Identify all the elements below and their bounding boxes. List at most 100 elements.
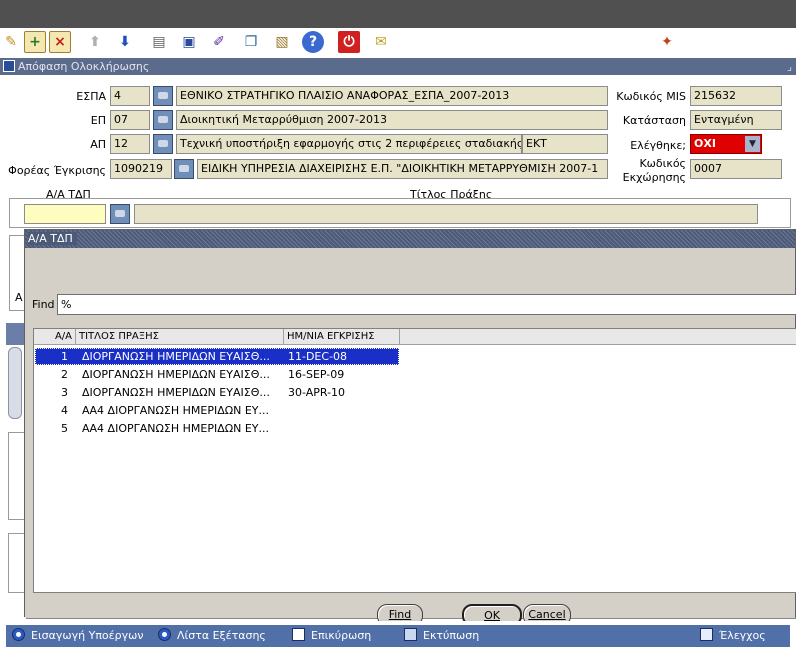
toolbar: ✎ + × ⬆ ⬇ ▤ ▣ ✐ ❐ ▧ ? ⏻ ✉ ✦ [0, 28, 796, 58]
col-header-title[interactable]: ΤΙΤΛΟΣ ΠΡΑΞΗΣ [76, 329, 284, 345]
ep-code-field[interactable]: 07 [110, 110, 150, 130]
window-top-bar [0, 0, 796, 28]
query-icon[interactable]: ▣ [178, 31, 200, 53]
ap-lov-icon[interactable] [153, 134, 173, 154]
lov-dialog: Α/Α ΤΔΠ Find % Α/Α ΤΙΤΛΟΣ ΠΡΑΞΗΣ ΗΜ/ΝΙΑ … [24, 229, 796, 626]
vertical-scrollbar[interactable] [8, 347, 22, 419]
circle-icon [158, 628, 171, 641]
previous-icon[interactable]: ⬆ [84, 31, 106, 53]
table-row[interactable]: 2 ΔΙΟΡΓΑΝΩΣΗ ΗΜΕΡΙΔΩΝ ΕΥΑΙΣΘ... 16-SEP-0… [34, 366, 796, 383]
table-row[interactable]: 1 ΔΙΟΡΓΑΝΩΣΗ ΗΜΕΡΙΔΩΝ ΕΥΑΙΣΘ... 11-DEC-0… [34, 348, 796, 365]
cancel-button-label: Cancel [528, 608, 566, 621]
ap-label: ΑΠ [90, 138, 106, 151]
notes-icon[interactable]: ✉ [370, 31, 392, 53]
print-icon[interactable]: ▤ [148, 31, 170, 53]
copy-icon[interactable]: ❐ [240, 31, 262, 53]
espa-desc-field[interactable]: ΕΘΝΙΚΟ ΣΤΡΑΤΗΓΙΚΟ ΠΛΑΙΣΙΟ ΑΝΑΦΟΡΑΣ_ΕΣΠΑ_… [176, 86, 608, 106]
help-icon[interactable]: ? [302, 31, 324, 53]
oracle-icon: ✦ [661, 34, 673, 50]
find-button-label: Find [388, 608, 412, 621]
print-preview-icon [404, 628, 417, 641]
status-field[interactable]: Ενταγμένη [690, 110, 782, 130]
row-title: ΔΙΟΡΓΑΝΩΣΗ ΗΜΕΡΙΔΩΝ ΕΥΑΙΣΘ... [82, 386, 270, 399]
lista-label: Λίστα Εξέτασης [177, 629, 266, 642]
mis-label: Κωδικός MIS [616, 90, 686, 103]
row-aa: 2 [61, 368, 68, 381]
ekxorisis-field[interactable]: 0007 [690, 159, 782, 179]
hidden-strip [6, 323, 24, 345]
table-row[interactable]: 3 ΔΙΟΡΓΑΝΩΣΗ ΗΜΕΡΙΔΩΝ ΕΥΑΙΣΘ... 30-APR-1… [34, 384, 796, 401]
checked-value: ΟΧΙ [694, 137, 716, 150]
aa-tdp-field[interactable] [24, 204, 106, 224]
table-row[interactable]: 5 ΑΑ4 ΔΙΟΡΓΑΝΩΣΗ ΗΜΕΡΙΔΩΝ ΕΥ... [34, 420, 796, 437]
chevron-down-icon[interactable]: ▼ [745, 136, 760, 152]
elegxos-button[interactable]: Έλεγχος [700, 628, 766, 644]
row-title: ΑΑ4 ΔΙΟΡΓΑΝΩΣΗ ΗΜΕΡΙΔΩΝ ΕΥ... [82, 404, 270, 417]
delete-record-icon[interactable]: × [49, 31, 71, 53]
lista-button[interactable]: Λίστα Εξέτασης [158, 628, 266, 644]
row-aa: 4 [61, 404, 68, 417]
kodikos-label: Κωδικός [639, 157, 686, 170]
mis-field[interactable]: 215632 [690, 86, 782, 106]
edit-field-icon[interactable]: ✐ [208, 31, 230, 53]
espa-label: ΕΣΠΑ [76, 90, 106, 103]
row-title: ΔΙΟΡΓΑΝΩΣΗ ΗΜΕΡΙΔΩΝ ΕΥΑΙΣΘ... [82, 350, 270, 363]
form-icon [3, 60, 15, 72]
col-header-date[interactable]: ΗΜ/ΝΙΑ ΕΓΚΡΙΣΗΣ [284, 329, 400, 345]
dialog-title: Α/Α ΤΔΠ [28, 232, 77, 245]
ep-desc-field[interactable]: Διοικητική Μεταρρύθμιση 2007-2013 [176, 110, 608, 130]
checked-label: Ελέγθηκε; [630, 139, 686, 152]
ektyposi-button[interactable]: Εκτύπωση [404, 628, 479, 644]
status-label: Κατάσταση [622, 114, 686, 127]
ap-desc-field[interactable]: Τεχνική υποστήριξη εφαρμογής στις 2 περι… [176, 134, 522, 154]
row-title: ΑΑ4 ΔΙΟΡΓΑΝΩΣΗ ΗΜΕΡΙΔΩΝ ΕΥ... [82, 422, 270, 435]
circle-icon [12, 628, 25, 641]
row-date: 16-SEP-09 [288, 368, 345, 381]
paste-icon[interactable]: ▧ [271, 31, 293, 53]
row-aa: 3 [61, 386, 68, 399]
row-date: 11-DEC-08 [288, 350, 348, 363]
form-title-bar: Απόφαση Ολοκλήρωσης ⌟ [0, 58, 796, 75]
dialog-body: Find % Α/Α ΤΙΤΛΟΣ ΠΡΑΞΗΣ ΗΜ/ΝΙΑ ΕΓΚΡΙΣΗΣ… [25, 248, 796, 626]
foreas-desc-field[interactable]: ΕΙΔΙΚΗ ΥΠΗΡΕΣΙΑ ΔΙΑΧΕΙΡΙΣΗΣ Ε.Π. "ΔΙΟΙΚΗ… [197, 159, 608, 179]
ap-code-field[interactable]: 12 [110, 134, 150, 154]
col-header-aa[interactable]: Α/Α [34, 329, 76, 345]
row-title: ΔΙΟΡΓΑΝΩΣΗ ΗΜΕΡΙΔΩΝ ΕΥΑΙΣΘ... [82, 368, 270, 381]
ap-fund-field[interactable]: ΕΚΤ [522, 134, 608, 154]
exit-icon[interactable]: ⏻ [338, 31, 360, 53]
foreas-lov-icon[interactable] [174, 159, 194, 179]
ekxorisis-label: Εκχώρησης [622, 171, 686, 184]
eisagogi-label: Εισαγωγή Υποέργων [31, 629, 144, 642]
find-input[interactable]: % [57, 294, 796, 315]
dialog-title-bar[interactable]: Α/Α ΤΔΠ [25, 230, 795, 248]
form-title: Απόφαση Ολοκλήρωσης [18, 60, 150, 73]
aa-tdp-lov-icon[interactable] [110, 204, 130, 224]
grid-header: Α/Α ΤΙΤΛΟΣ ΠΡΑΞΗΣ ΗΜ/ΝΙΑ ΕΓΚΡΙΣΗΣ [34, 329, 796, 345]
titlos-praxis-field[interactable] [134, 204, 758, 224]
eisagogi-button[interactable]: Εισαγωγή Υποέργων [12, 628, 143, 644]
checklist-icon [292, 628, 305, 641]
foreas-label: Φορέας Έγκρισης [8, 164, 106, 177]
foreas-code-field[interactable]: 1090219 [110, 159, 172, 179]
dialog-panel: Find % Α/Α ΤΙΤΛΟΣ ΠΡΑΞΗΣ ΗΜ/ΝΙΑ ΕΓΚΡΙΣΗΣ… [25, 248, 796, 626]
bottom-bar: Εισαγωγή Υποέργων Λίστα Εξέτασης Επικύρω… [0, 621, 796, 653]
results-grid: Α/Α ΤΙΤΛΟΣ ΠΡΑΞΗΣ ΗΜ/ΝΙΑ ΕΓΚΡΙΣΗΣ 1 ΔΙΟΡ… [33, 328, 796, 593]
ektyposi-label: Εκτύπωση [423, 629, 480, 642]
ep-lov-icon[interactable] [153, 110, 173, 130]
epikyrosi-label: Επικύρωση [311, 629, 372, 642]
elegxos-label: Έλεγχος [719, 629, 766, 642]
table-row[interactable]: 4 ΑΑ4 ΔΙΟΡΓΑΝΩΣΗ ΗΜΕΡΙΔΩΝ ΕΥ... [34, 402, 796, 419]
espa-code-field[interactable]: 4 [110, 86, 150, 106]
next-icon[interactable]: ⬇ [114, 31, 136, 53]
bottom-button-strip: Εισαγωγή Υποέργων Λίστα Εξέτασης Επικύρω… [6, 625, 790, 647]
resize-icon[interactable]: ⌟ [787, 58, 792, 75]
find-label: Find [32, 298, 55, 311]
insert-record-icon[interactable]: + [24, 31, 46, 53]
checked-select[interactable]: ΟΧΙ ▼ [690, 134, 762, 154]
check-icon [700, 628, 713, 641]
epikyrosi-button[interactable]: Επικύρωση [292, 628, 371, 644]
edit-icon[interactable]: ✎ [0, 31, 22, 53]
espa-lov-icon[interactable] [153, 86, 173, 106]
row-date: 30-APR-10 [288, 386, 346, 399]
row-aa: 1 [61, 350, 68, 363]
